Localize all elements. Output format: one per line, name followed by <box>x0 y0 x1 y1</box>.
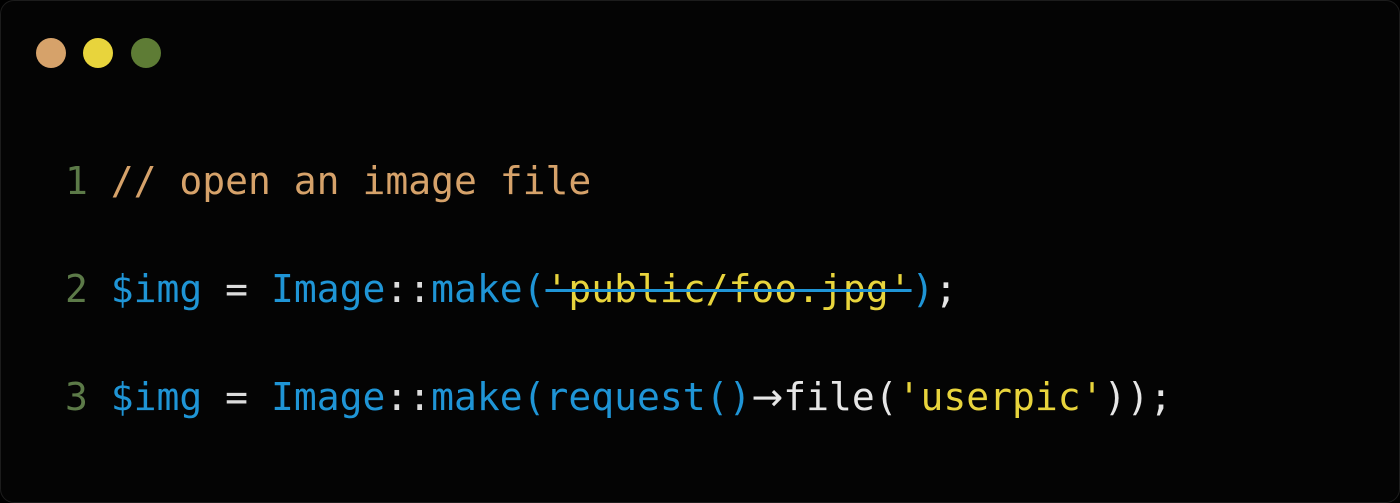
operator-token: = <box>202 267 271 311</box>
paren-token: ) <box>911 267 935 311</box>
semicolon-token: ; <box>934 267 958 311</box>
function-token: request <box>545 375 706 419</box>
line-number: 3 <box>65 375 88 419</box>
method-token: make <box>431 267 523 311</box>
code-line-1: 1 // open an image file <box>65 156 591 206</box>
paren-token: ( <box>522 267 546 311</box>
string-token: 'userpic' <box>897 375 1104 419</box>
scope-operator-token: :: <box>385 375 432 419</box>
arrow-operator-token: → <box>751 375 784 419</box>
code-block: 1 // open an image file 2 $img = Image::… <box>1 1 1399 419</box>
call-parens-token: () <box>705 375 752 419</box>
variable-token: $img <box>110 375 203 419</box>
closing-token: )); <box>1103 375 1173 419</box>
scope-operator-token: :: <box>385 267 432 311</box>
line-number: 1 <box>65 159 88 203</box>
comment-token: // open an image file <box>110 159 592 203</box>
class-token: Image <box>270 375 386 419</box>
variable-token: $img <box>110 267 203 311</box>
method-token: make <box>431 375 523 419</box>
code-line-2: 2 $img = Image::make('public/foo.jpg'); <box>65 264 957 314</box>
struck-string-token: 'public/foo.jpg' <box>545 267 912 311</box>
code-line-3: 3 $img = Image::make(request()→file('use… <box>65 372 1172 422</box>
paren-token: ( <box>522 375 546 419</box>
line-number: 2 <box>65 267 88 311</box>
plain-token: file( <box>783 375 898 419</box>
class-token: Image <box>270 267 386 311</box>
code-window: 1 // open an image file 2 $img = Image::… <box>0 0 1400 503</box>
operator-token: = <box>202 375 271 419</box>
